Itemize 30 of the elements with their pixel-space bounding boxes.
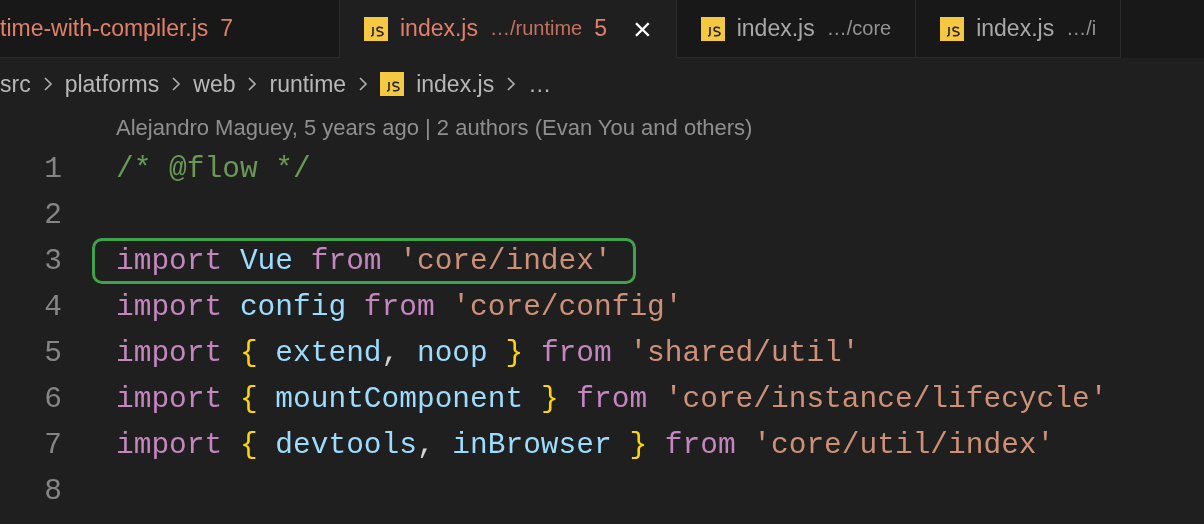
line-number: 4 bbox=[43, 290, 62, 324]
breadcrumb-item[interactable]: runtime bbox=[269, 70, 347, 98]
code-line: import config from 'core/config' bbox=[116, 289, 683, 326]
code-line: /* @flow */ bbox=[116, 151, 311, 188]
line-number: 8 bbox=[43, 474, 62, 508]
code-line: import { mountComponent } from 'core/instance/lifecycle' bbox=[116, 381, 1108, 418]
breadcrumb-item[interactable]: src bbox=[0, 70, 31, 98]
editor-tab[interactable]: index.js …/i bbox=[916, 0, 1122, 58]
breadcrumb-item[interactable]: platforms bbox=[64, 70, 160, 98]
line-number: 2 bbox=[43, 198, 62, 232]
line-number: 7 bbox=[43, 428, 62, 462]
close-icon[interactable]: × bbox=[633, 12, 652, 45]
editor-tab[interactable]: index.js …/core bbox=[676, 0, 917, 58]
code-line: import { extend, noop } from 'shared/util' bbox=[116, 335, 860, 372]
breadcrumb-item[interactable]: … bbox=[528, 70, 552, 98]
code-line: import Vue from 'core/index' bbox=[116, 243, 612, 280]
chevron-icon bbox=[247, 76, 258, 92]
chevron-icon bbox=[171, 76, 182, 92]
editor-tab[interactable]: index.js …/runtime 5 × bbox=[340, 0, 677, 58]
chevron-icon bbox=[42, 76, 53, 92]
breadcrumb-item[interactable]: web bbox=[193, 70, 236, 98]
blame-annotation: Alejandro Maguey, 5 years ago | 2 authors (Evan You and others) bbox=[115, 114, 754, 142]
chevron-icon bbox=[358, 76, 369, 92]
line-number: 6 bbox=[43, 382, 62, 416]
line-number: 5 bbox=[43, 336, 62, 370]
chevron-icon bbox=[506, 76, 517, 92]
code-line: import { devtools, inBrowser } from 'core/util/index' bbox=[116, 427, 1055, 464]
line-number: 3 bbox=[43, 244, 62, 278]
line-number: 1 bbox=[43, 152, 62, 186]
breadcrumb-item[interactable]: index.js bbox=[380, 70, 495, 98]
